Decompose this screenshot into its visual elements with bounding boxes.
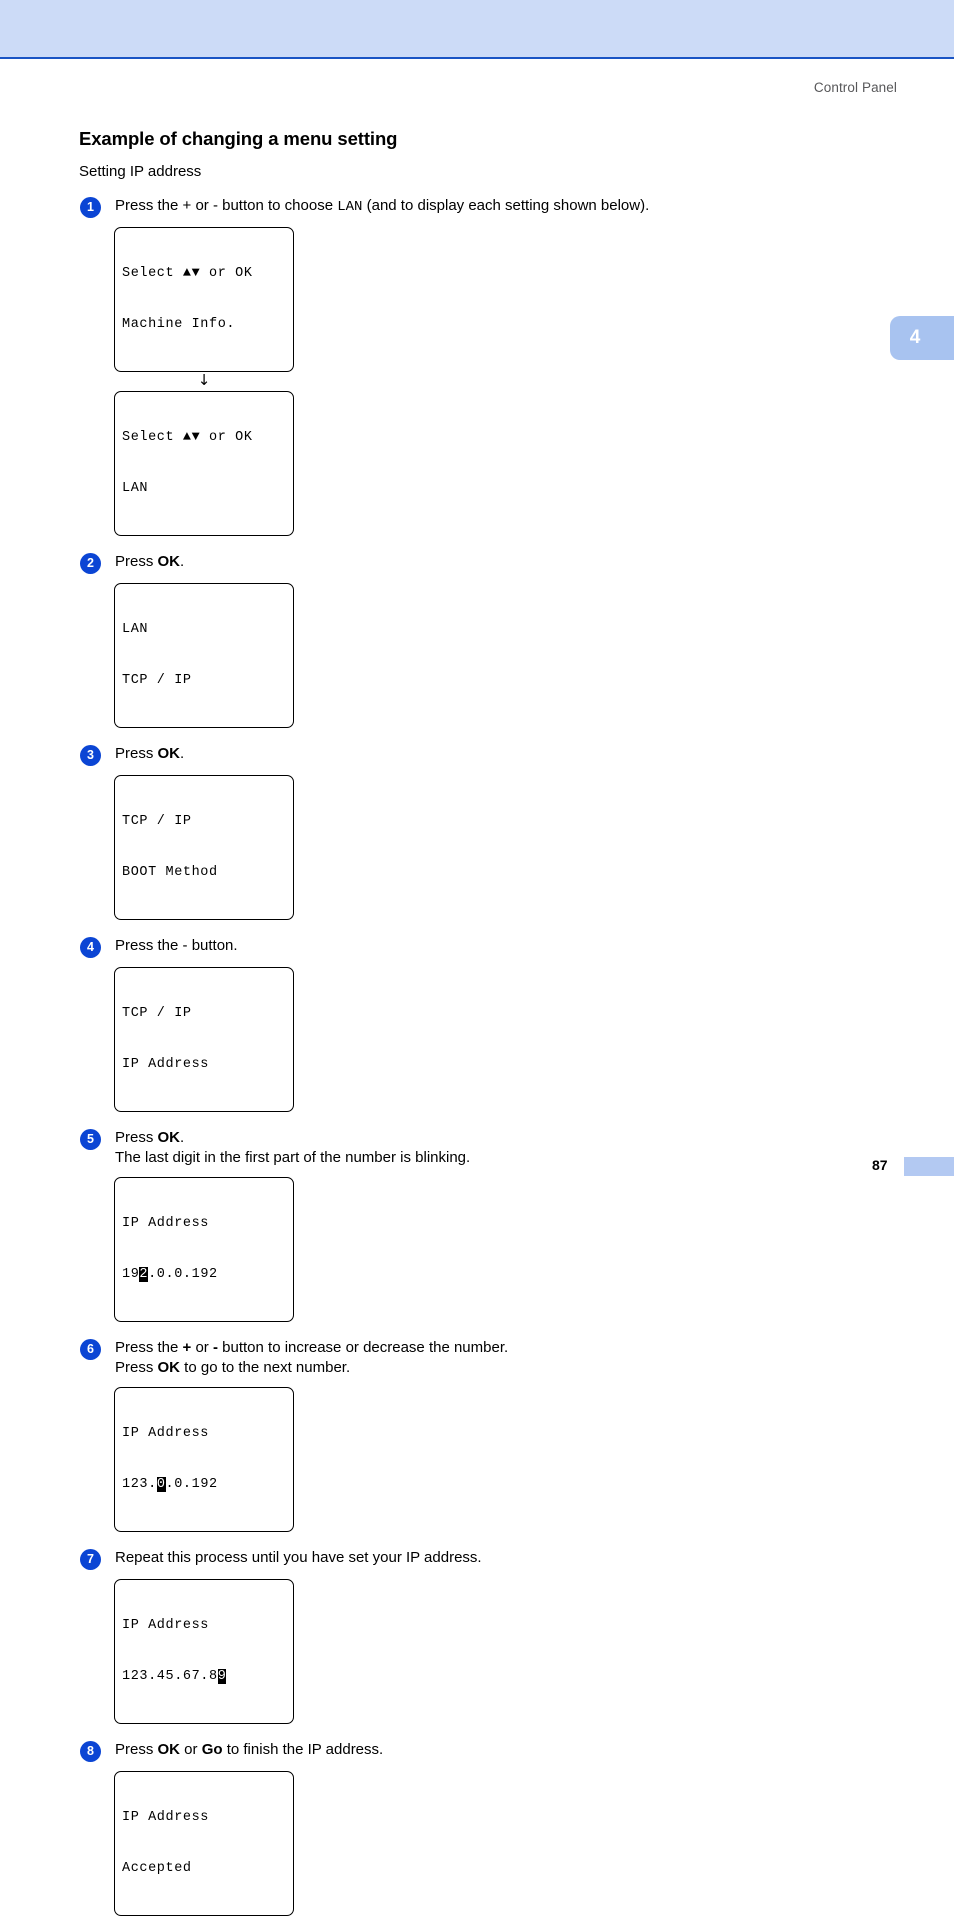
chapter-tab-number: 4 — [909, 327, 921, 348]
lcd-display-3: LAN TCP / IP — [114, 583, 294, 728]
step-number-1: 1 — [80, 197, 101, 218]
lcd-value-prefix: 19 — [122, 1267, 140, 1282]
lcd-line-1: IP Address — [122, 1810, 210, 1825]
step-3: 3 Press OK. — [79, 744, 869, 766]
step-1: 1 Press the + or - button to choose LAN … — [79, 196, 869, 218]
lcd-value-suffix: .0.0.192 — [148, 1267, 218, 1282]
lcd-display-1: Select ▲▼ or OK Machine Info. — [114, 227, 294, 372]
step-number-3: 3 — [80, 745, 101, 766]
lcd-blinking-digit: 0 — [156, 1477, 166, 1492]
lcd-line-1: TCP / IP — [122, 814, 192, 829]
step-text-7: Repeat this process until you have set y… — [115, 1549, 482, 1566]
lcd-line-2: 123.0.0.192 — [122, 1476, 293, 1493]
lcd-line-2: Accepted — [122, 1861, 192, 1876]
step-text-line-2: The last digit in the first part of the … — [115, 1149, 471, 1166]
step-number-6: 6 — [80, 1339, 101, 1360]
page-content: Example of changing a menu setting Setti… — [79, 128, 869, 1916]
step-text-8: Press OK or Go to finish the IP address. — [115, 1741, 384, 1758]
step-4: 4 Press the - button. — [79, 936, 869, 958]
section-subtitle: Setting IP address — [79, 163, 202, 180]
lcd-line-2: IP Address — [122, 1057, 210, 1072]
lcd-value-suffix: .0.192 — [165, 1477, 218, 1492]
step-text-4: Press the - button. — [115, 937, 238, 954]
lcd-display-2: Select ▲▼ or OK LAN — [114, 391, 294, 536]
top-banner-rule — [0, 57, 954, 59]
step-6: 6 Press the + or - button to increase or… — [79, 1338, 869, 1378]
lcd-display-8: IP Address 123.45.67.89 — [114, 1579, 294, 1724]
lcd-line-2: 192.0.0.192 — [122, 1266, 293, 1283]
step-5: 5 Press OK. The last digit in the first … — [79, 1128, 869, 1168]
top-banner — [0, 0, 954, 57]
step-text-line-1: Press OK. — [115, 1129, 185, 1146]
lcd-line-1: IP Address — [122, 1426, 210, 1441]
step-number-8: 8 — [80, 1741, 101, 1762]
lcd-line-2: Machine Info. — [122, 317, 236, 332]
chapter-tab: 4 — [890, 316, 954, 360]
page-title: Example of changing a menu setting — [79, 128, 398, 149]
lcd-display-6: IP Address 192.0.0.192 — [114, 1177, 294, 1322]
lcd-line-1: LAN — [122, 622, 149, 637]
running-header: Control Panel — [813, 80, 897, 95]
footer-bar — [904, 1157, 954, 1176]
lcd-value-prefix: 123.45.67.8 — [122, 1669, 218, 1684]
lcd-line-2: LAN — [122, 481, 149, 496]
lcd-display-7: IP Address 123.0.0.192 — [114, 1387, 294, 1532]
lcd-display-4: TCP / IP BOOT Method — [114, 775, 294, 920]
lcd-blinking-digit: 9 — [217, 1669, 227, 1684]
down-arrow-icon: ↓ — [197, 371, 211, 389]
lcd-line-2: 123.45.67.89 — [122, 1668, 293, 1685]
step-text-3: Press OK. — [115, 745, 185, 762]
step-text-1: Press the + or - button to choose LAN (a… — [115, 197, 650, 215]
step-number-4: 4 — [80, 937, 101, 958]
lcd-line-1: Select ▲▼ or OK — [122, 266, 253, 281]
lcd-line-1: IP Address — [122, 1618, 210, 1633]
lcd-line-1: TCP / IP — [122, 1006, 192, 1021]
step-text-6: Press the + or - button to increase or d… — [115, 1338, 869, 1378]
step-text-line-1: Press the + or - button to increase or d… — [115, 1339, 509, 1356]
step-number-7: 7 — [80, 1549, 101, 1570]
step-number-2: 2 — [80, 553, 101, 574]
step-text-line-2: Press OK to go to the next number. — [115, 1359, 351, 1376]
step-number-5: 5 — [80, 1129, 101, 1150]
lcd-line-1: IP Address — [122, 1216, 210, 1231]
step-7: 7 Repeat this process until you have set… — [79, 1548, 869, 1570]
footer-page-number: 87 — [872, 1157, 888, 1173]
lcd-line-2: BOOT Method — [122, 865, 218, 880]
lcd-line-2: TCP / IP — [122, 673, 192, 688]
lcd-display-5: TCP / IP IP Address — [114, 967, 294, 1112]
lcd-value-prefix: 123. — [122, 1477, 157, 1492]
lcd-line-1: Select ▲▼ or OK — [122, 430, 253, 445]
step-2: 2 Press OK. — [79, 552, 869, 574]
lcd-blinking-digit: 2 — [139, 1267, 149, 1282]
step-8: 8 Press OK or Go to finish the IP addres… — [79, 1740, 869, 1762]
step-text-2: Press OK. — [115, 553, 185, 570]
step-text-5: Press OK. The last digit in the first pa… — [115, 1128, 869, 1168]
lcd-display-9: IP Address Accepted — [114, 1771, 294, 1916]
